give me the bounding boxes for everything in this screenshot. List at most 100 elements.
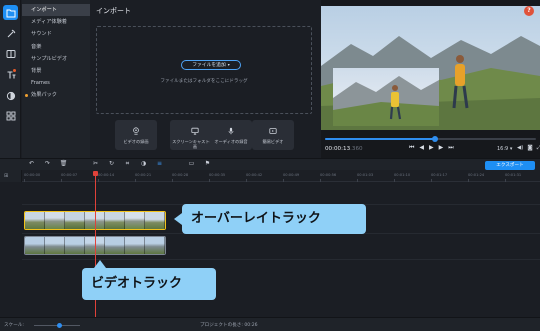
more-tools-icon[interactable] [3, 108, 18, 123]
volume-icon[interactable]: ◀) [517, 145, 523, 152]
category-label: メディア体験着 [31, 19, 67, 26]
step-back-icon[interactable]: ◀ [419, 144, 424, 152]
drop-zone[interactable]: ファイルを追加 ▾ ファイルまたはフォルダをここにドラッグ [96, 26, 312, 114]
quick-video-icon [269, 128, 277, 134]
add-track-icon[interactable]: ⊞ [4, 173, 8, 179]
callout-arrow [94, 260, 106, 268]
category-music[interactable]: 音楽 [22, 41, 90, 53]
aspect-ratio-select[interactable]: 16:9 ▾ [497, 146, 512, 152]
titles-icon[interactable] [3, 67, 18, 82]
skip-back-icon[interactable]: ⏮ [409, 144, 414, 152]
overlay-track-callout: オーバーレイトラック [174, 204, 366, 234]
preview-player: ? 00:00:13.360 ⏮ ◀ ▶ ▶ ⏭ 16:9 ▾ ◀) ◙ ⤢ [321, 0, 540, 158]
crop-icon[interactable]: ⌗ [123, 160, 132, 168]
new-badge-dot [13, 69, 16, 72]
seek-handle[interactable] [431, 136, 438, 142]
category-label: 効果パック [31, 92, 57, 99]
skip-forward-icon[interactable]: ⏭ [448, 144, 453, 152]
category-media[interactable]: メディア体験着 [22, 16, 90, 28]
category-effect-packs[interactable]: 効果パック [22, 89, 90, 101]
category-backgrounds[interactable]: 背景 [22, 65, 90, 77]
player-right-controls: ◀) ◙ ⤢ [517, 145, 540, 152]
export-button[interactable]: エクスポート [485, 161, 535, 170]
record-video-tile[interactable]: ビデオの録画 [115, 120, 157, 150]
zoom-slider[interactable] [34, 323, 80, 328]
ruler-label: 00:00:56 [320, 173, 337, 177]
category-list: インポート メディア体験着 サウンド 音楽 サンプルビデオ 背景 Frames … [22, 0, 90, 158]
play-icon[interactable]: ▶ [429, 144, 434, 152]
ruler-label: 00:01:17 [431, 173, 448, 177]
category-label: 背景 [31, 67, 42, 74]
category-sample-video[interactable]: サンプルビデオ [22, 53, 90, 65]
preview-frame-image [321, 6, 540, 130]
rotate-icon[interactable]: ↻ [107, 160, 116, 167]
import-pane: インポート ファイルを追加 ▾ ファイルまたはフォルダをここにドラッグ ビデオの録… [90, 0, 320, 158]
chevron-down-icon: ▾ [227, 62, 230, 67]
quick-video-tile[interactable]: 簡易ビデオ [252, 120, 294, 150]
playhead-handle[interactable] [93, 171, 98, 176]
filters-icon[interactable] [3, 46, 18, 61]
add-files-label: ファイルを追加 [192, 63, 226, 68]
add-files-button[interactable]: ファイルを追加 ▾ [181, 60, 241, 70]
video-track-callout: ビデオトラック [82, 260, 216, 300]
category-import[interactable]: インポート [22, 4, 90, 17]
timecode-main: 00:00:13 [325, 146, 351, 152]
ruler-label: 00:00:00 [24, 173, 41, 177]
magic-wand-icon[interactable] [3, 26, 18, 41]
clip-thumbnail [45, 212, 65, 229]
category-label: サンプルビデオ [31, 55, 68, 62]
clip-properties-icon[interactable]: ≡ [155, 160, 164, 167]
tile-label: オーディオの録音 [214, 139, 248, 144]
import-icon[interactable] [3, 5, 18, 20]
clip-thumbnail [145, 237, 165, 254]
timecode: 00:00:13.360 [325, 146, 363, 152]
undo-icon[interactable]: ↶ [27, 160, 36, 167]
transitions-icon[interactable] [3, 88, 18, 103]
clip-thumbnail [25, 237, 45, 254]
seek-bar[interactable] [325, 136, 536, 142]
clip-thumbnail [65, 237, 85, 254]
ruler-label: 00:00:14 [98, 173, 115, 177]
seek-progress [325, 138, 435, 140]
callout-arrow [174, 213, 182, 225]
ruler-label: 00:01:31 [505, 173, 522, 177]
help-icon[interactable]: ? [524, 6, 534, 16]
zoom-handle[interactable] [56, 323, 62, 328]
ruler-label: 00:00:21 [135, 173, 152, 177]
category-label: インポート [31, 7, 57, 13]
screen-record-icon [191, 127, 199, 135]
clip-thumbnail [25, 212, 45, 229]
clip-thumbnail [125, 237, 145, 254]
tile-label: ビデオの録画 [123, 139, 149, 144]
playback-controls: ⏮ ◀ ▶ ▶ ⏭ [409, 144, 454, 152]
project-duration: プロジェクトの長さ: 00:26 [200, 323, 258, 328]
microphone-icon [228, 127, 234, 135]
category-label: 音楽 [31, 43, 42, 50]
timecode-ms: .360 [350, 146, 363, 152]
insert-icon[interactable]: ▭ [187, 160, 196, 167]
camera-icon[interactable]: ◙ [527, 145, 532, 152]
ruler-label: 00:00:42 [246, 173, 263, 177]
timeline-ruler[interactable]: 00:00:00 00:00:07 00:00:14 00:00:21 00:00:28… [22, 170, 540, 182]
scale-label: スケール: [4, 323, 24, 328]
color-adjust-icon[interactable]: ◑ [139, 160, 148, 167]
flag-icon[interactable]: ⚑ [203, 160, 212, 167]
ruler-label: 00:01:03 [357, 173, 374, 177]
category-sound[interactable]: サウンド [22, 28, 90, 40]
aspect-ratio-value: 16:9 [497, 146, 509, 152]
drop-hint: ファイルまたはフォルダをここにドラッグ [160, 79, 248, 84]
ruler-label: 00:00:28 [172, 173, 189, 177]
record-audio-tile[interactable]: オーディオの録音 [210, 120, 252, 150]
video-preview[interactable] [321, 6, 540, 130]
webcam-icon [133, 127, 139, 135]
cut-icon[interactable]: ✂ [91, 160, 100, 167]
redo-icon[interactable]: ↷ [43, 160, 52, 167]
clip-thumbnail [45, 237, 65, 254]
category-frames[interactable]: Frames [22, 77, 90, 89]
status-bar: スケール: プロジェクトの長さ: 00:26 [0, 317, 540, 331]
clip-thumbnail [105, 237, 125, 254]
step-forward-icon[interactable]: ▶ [439, 144, 444, 152]
ruler-label: 00:00:49 [283, 173, 300, 177]
ruler-label: 00:01:10 [394, 173, 411, 177]
delete-icon[interactable]: 🗑 [59, 160, 68, 167]
